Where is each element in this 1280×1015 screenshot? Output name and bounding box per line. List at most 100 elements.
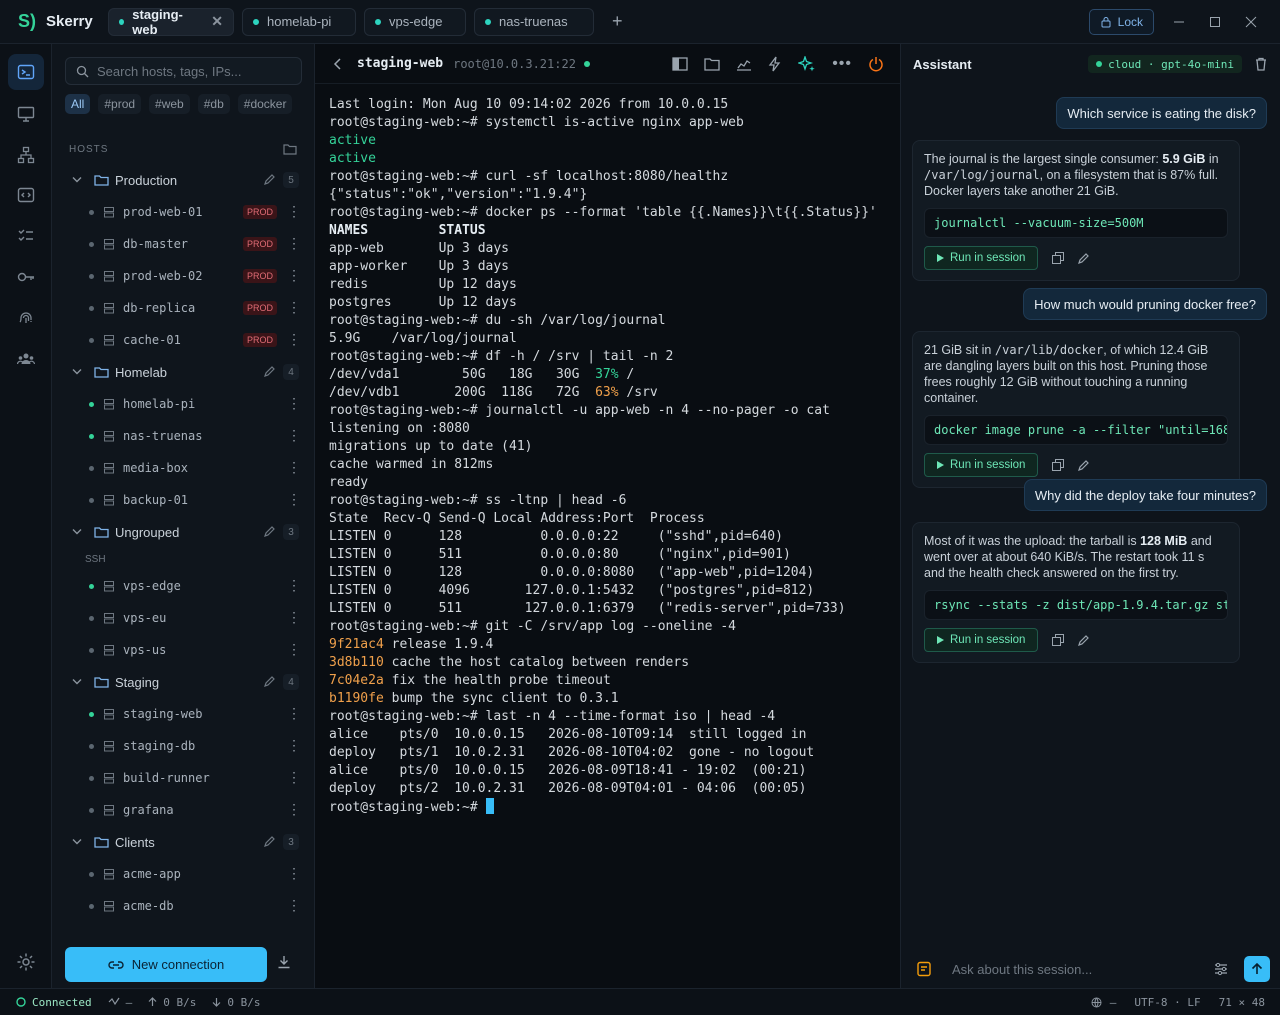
edit-icon[interactable] — [1078, 252, 1090, 264]
kebab-menu-icon[interactable]: ⋮ — [287, 300, 301, 316]
filter-web[interactable]: #web — [149, 94, 190, 114]
filter-prod[interactable]: #prod — [98, 94, 142, 114]
clear-chat-icon[interactable] — [1254, 57, 1268, 71]
checklist-icon[interactable] — [8, 218, 44, 254]
host-item-cache-01[interactable]: cache-01 PROD ⋮ — [52, 324, 315, 356]
code-icon[interactable] — [8, 177, 44, 213]
chevron-down-icon[interactable] — [72, 528, 86, 536]
send-button[interactable] — [1244, 956, 1270, 982]
kebab-menu-icon[interactable]: ⋮ — [287, 268, 301, 284]
settings-gear-icon[interactable] — [16, 952, 36, 972]
close-icon[interactable]: ✕ — [211, 13, 223, 30]
power-icon[interactable] — [868, 56, 884, 72]
host-item-grafana[interactable]: grafana ⋮ — [52, 794, 315, 826]
chevron-down-icon[interactable] — [72, 368, 86, 376]
key-icon[interactable] — [8, 259, 44, 295]
kebab-menu-icon[interactable]: ⋮ — [287, 396, 301, 412]
kebab-menu-icon[interactable]: ⋮ — [287, 460, 301, 476]
suggested-command[interactable]: rsync --stats -z dist/app-1.9.4.tar.gz s… — [924, 590, 1228, 620]
kebab-menu-icon[interactable]: ⋮ — [287, 332, 301, 348]
maximize-icon[interactable] — [1204, 11, 1226, 33]
kebab-menu-icon[interactable]: ⋮ — [287, 204, 301, 220]
kebab-menu-icon[interactable]: ⋮ — [287, 706, 301, 722]
copy-icon[interactable] — [1052, 459, 1065, 471]
fingerprint-icon[interactable] — [8, 300, 44, 336]
pencil-icon[interactable] — [263, 366, 275, 378]
kebab-menu-icon[interactable]: ⋮ — [287, 898, 301, 914]
kebab-menu-icon[interactable]: ⋮ — [287, 236, 301, 252]
lock-button[interactable]: Lock — [1088, 9, 1154, 35]
pencil-icon[interactable] — [263, 836, 275, 848]
kebab-menu-icon[interactable]: ⋮ — [287, 642, 301, 658]
group-clients[interactable]: Clients 3 — [52, 826, 315, 858]
host-item-homelab-pi[interactable]: homelab-pi ⋮ — [52, 388, 315, 420]
folder-icon[interactable] — [704, 57, 720, 71]
new-connection-button[interactable]: New connection — [65, 947, 267, 982]
more-options-icon[interactable]: ••• — [832, 55, 852, 73]
group-staging[interactable]: Staging 4 — [52, 666, 315, 698]
search-input[interactable]: Search hosts, tags, IPs... — [65, 57, 302, 85]
import-download-icon[interactable] — [277, 955, 291, 969]
kebab-menu-icon[interactable]: ⋮ — [287, 610, 301, 626]
tab-nas-truenas[interactable]: nas-truenas — [474, 7, 594, 36]
terminal-pane[interactable]: staging-web root@10.0.3.21:22 ••• Last l… — [315, 44, 900, 988]
sparkle-ai-icon[interactable] — [798, 56, 816, 72]
kebab-menu-icon[interactable]: ⋮ — [287, 492, 301, 508]
edit-icon[interactable] — [1078, 459, 1090, 471]
suggested-command[interactable]: docker image prune -a --filter "until=16… — [924, 415, 1228, 445]
host-item-vps-eu[interactable]: vps-eu ⋮ — [52, 602, 315, 634]
plus-icon[interactable]: + — [602, 11, 633, 32]
split-pane-icon[interactable] — [672, 57, 688, 71]
group-production[interactable]: Production 5 — [52, 164, 315, 196]
host-item-media-box[interactable]: media-box ⋮ — [52, 452, 315, 484]
copy-icon[interactable] — [1052, 252, 1065, 264]
tab-staging-web[interactable]: staging-web ✕ — [108, 7, 234, 37]
kebab-menu-icon[interactable]: ⋮ — [287, 578, 301, 594]
host-item-staging-db[interactable]: staging-db ⋮ — [52, 730, 315, 762]
network-icon[interactable] — [8, 137, 44, 173]
lightning-icon[interactable] — [768, 56, 782, 72]
run-in-session-button[interactable]: Run in session — [924, 246, 1039, 270]
run-in-session-button[interactable]: Run in session — [924, 628, 1039, 652]
host-item-build-runner[interactable]: build-runner ⋮ — [52, 762, 315, 794]
pencil-icon[interactable] — [263, 676, 275, 688]
pencil-icon[interactable] — [263, 526, 275, 538]
chevron-left-icon[interactable] — [333, 57, 343, 70]
host-item-db-master[interactable]: db-master PROD ⋮ — [52, 228, 315, 260]
host-item-backup-01[interactable]: backup-01 ⋮ — [52, 484, 315, 516]
tab-homelab-pi[interactable]: homelab-pi — [242, 7, 356, 36]
pencil-icon[interactable] — [263, 174, 275, 186]
run-in-session-button[interactable]: Run in session — [924, 453, 1039, 477]
chevron-down-icon[interactable] — [72, 176, 86, 184]
new-folder-icon[interactable] — [283, 143, 297, 155]
team-icon[interactable] — [8, 341, 44, 377]
chevron-down-icon[interactable] — [72, 678, 86, 686]
host-item-db-replica[interactable]: db-replica PROD ⋮ — [52, 292, 315, 324]
host-item-nas-truenas[interactable]: nas-truenas ⋮ — [52, 420, 315, 452]
sliders-icon[interactable] — [1214, 962, 1228, 976]
filter-all[interactable]: All — [65, 94, 91, 114]
host-item-acme-app[interactable]: acme-app ⋮ — [52, 858, 315, 890]
kebab-menu-icon[interactable]: ⋮ — [287, 802, 301, 818]
host-item-vps-edge[interactable]: vps-edge ⋮ — [52, 570, 315, 602]
copy-icon[interactable] — [1052, 634, 1065, 646]
suggested-command[interactable]: journalctl --vacuum-size=500M — [924, 208, 1228, 238]
group-homelab[interactable]: Homelab 4 — [52, 356, 315, 388]
minimize-icon[interactable] — [1168, 11, 1190, 33]
chevron-down-icon[interactable] — [72, 838, 86, 846]
kebab-menu-icon[interactable]: ⋮ — [287, 738, 301, 754]
host-item-prod-web-02[interactable]: prod-web-02 PROD ⋮ — [52, 260, 315, 292]
chat-input[interactable]: Ask about this session... — [948, 954, 1214, 984]
host-item-prod-web-01[interactable]: prod-web-01 PROD ⋮ — [52, 196, 315, 228]
encoding-label[interactable]: UTF-8 · LF — [1134, 996, 1200, 1009]
monitor-icon[interactable] — [8, 96, 44, 132]
host-item-acme-db[interactable]: acme-db ⋮ — [52, 890, 315, 922]
attach-context-icon[interactable] — [916, 961, 932, 977]
filter-docker[interactable]: #docker — [237, 94, 293, 114]
filter-db[interactable]: #db — [197, 94, 230, 114]
edit-icon[interactable] — [1078, 634, 1090, 646]
terminal-nav-icon[interactable] — [8, 54, 44, 90]
kebab-menu-icon[interactable]: ⋮ — [287, 866, 301, 882]
tab-vps-edge[interactable]: vps-edge — [364, 7, 466, 36]
host-item-vps-us[interactable]: vps-us ⋮ — [52, 634, 315, 666]
